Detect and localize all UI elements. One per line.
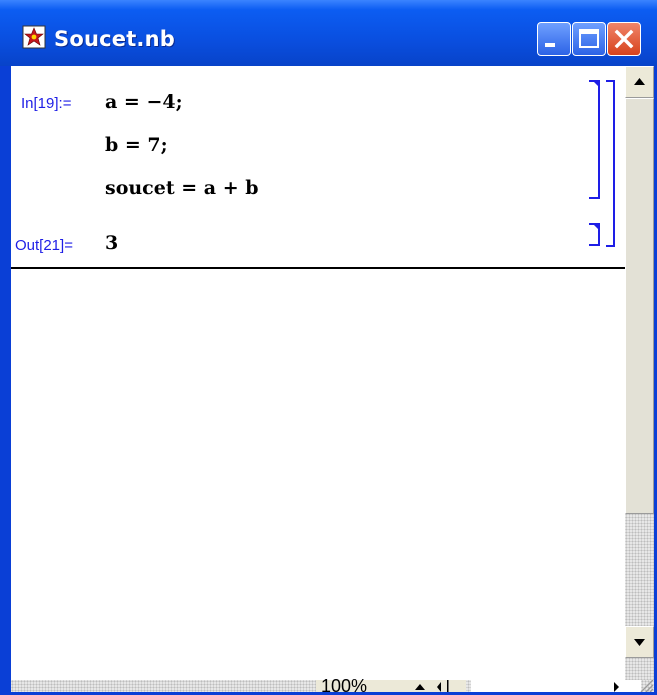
notebook-document[interactable]: In[19]:= a = −4; b = 7; soucet = a + b O… [11,66,625,680]
scroll-up-button[interactable] [625,66,654,98]
input-line[interactable]: b = 7; [105,134,168,156]
input-bracket-corner [594,82,599,87]
cell-insertion-line [11,267,625,269]
arrow-down-icon [634,639,645,646]
window-title: Soucet.nb [54,27,175,51]
cell-brackets[interactable] [586,78,622,260]
output-value[interactable]: 3 [105,232,118,254]
notebook-window: Soucet.nb In[19]:= a = −4; b = 7; soucet… [0,0,657,695]
input-cell-label: In[19]:= [21,95,72,112]
input-cell-bracket [589,80,600,199]
output-cell-label: Out[21]= [15,237,73,254]
zoom-menu-icon[interactable] [411,680,471,692]
resize-grip-icon[interactable] [635,680,654,692]
close-button[interactable] [607,22,641,56]
maximize-button[interactable] [572,22,606,56]
input-line[interactable]: a = −4; [105,91,183,113]
status-bar: 100% [11,677,654,692]
minimize-icon [545,43,555,47]
minimize-button[interactable] [537,22,571,56]
arrow-up-icon [634,78,645,85]
output-bracket-corner [594,225,599,230]
input-line[interactable]: soucet = a + b [105,177,259,199]
client-area: In[19]:= a = −4; b = 7; soucet = a + b O… [11,66,654,692]
maximize-icon [579,29,599,48]
scroll-left-icon [437,682,441,692]
group-cell-bracket [606,80,615,247]
scroll-right-icon[interactable] [607,680,627,692]
close-icon [614,29,634,49]
scroll-down-button[interactable] [625,626,654,658]
zoom-level[interactable]: 100% [321,677,367,692]
title-bar[interactable]: Soucet.nb [0,0,657,66]
scroll-thumb[interactable] [625,98,654,514]
vertical-scrollbar[interactable] [625,66,654,680]
mathematica-app-icon[interactable] [22,25,46,49]
